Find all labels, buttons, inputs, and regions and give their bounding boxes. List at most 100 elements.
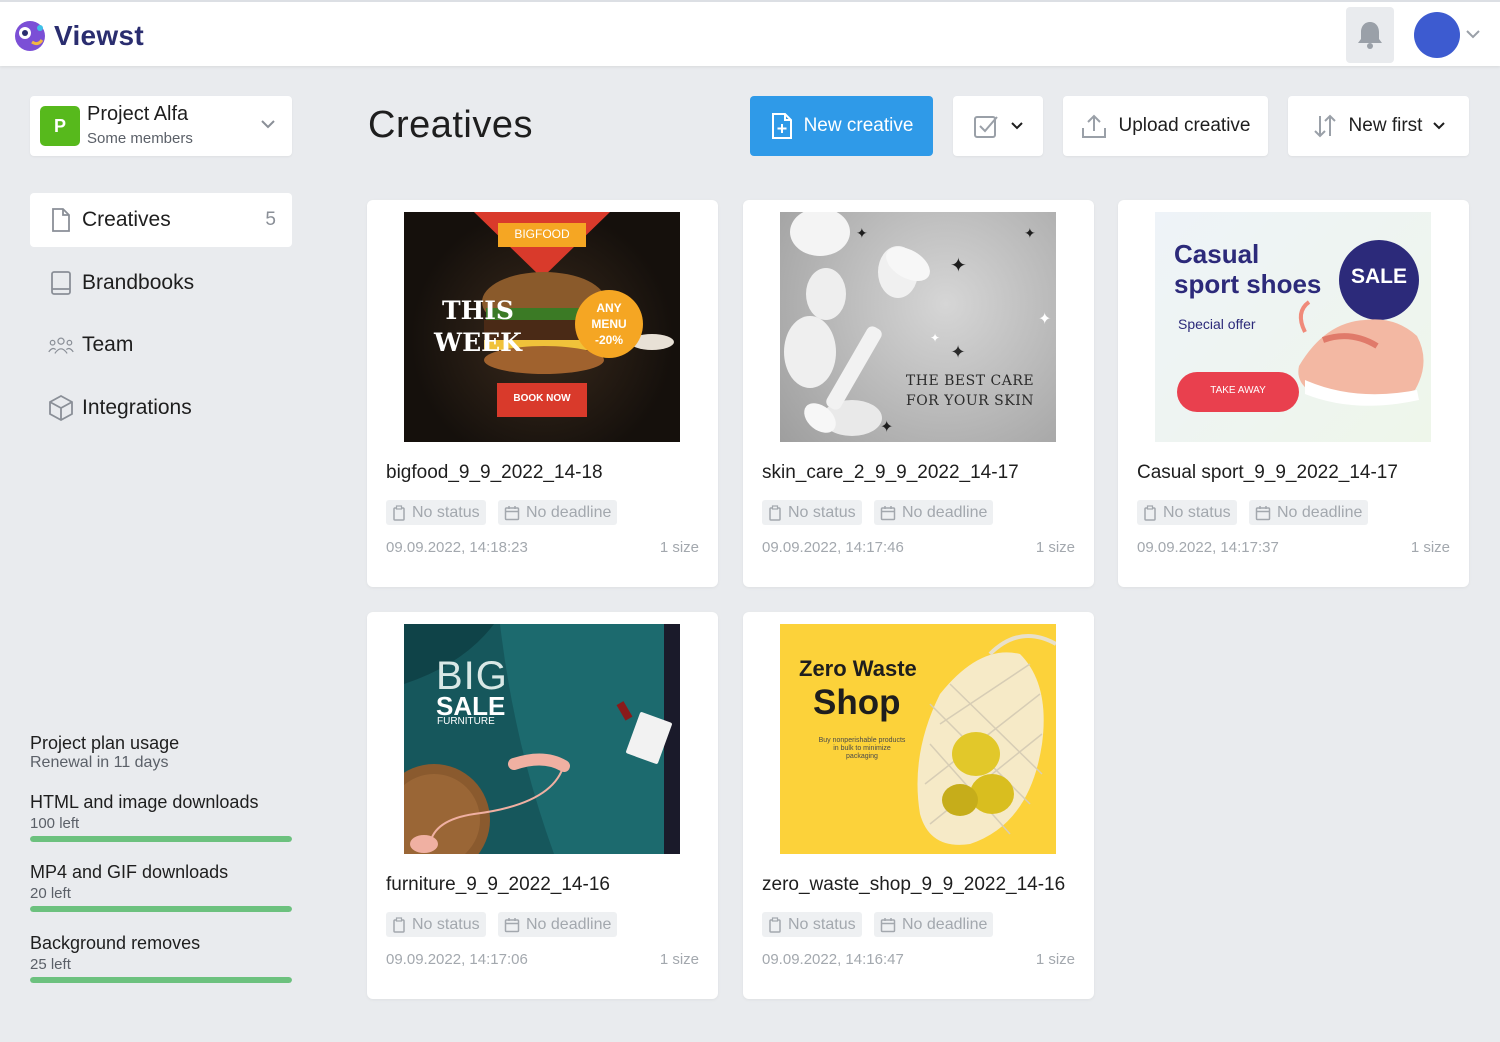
creative-thumbnail[interactable]: BIG SALE FURNITURE xyxy=(404,624,680,854)
thumb-text-block: Buy nonperishable products in bulk to mi… xyxy=(802,737,922,761)
deadline-label: No deadline xyxy=(526,915,612,933)
creative-date: 09.09.2022, 14:18:23 xyxy=(386,539,528,556)
creative-card[interactable]: ✦ ✦ ✦ ✦ ✦ ✦ ✦ THE BEST CARE FOR YOUR SKI… xyxy=(743,200,1094,587)
book-icon xyxy=(48,270,74,296)
chevron-down-icon xyxy=(1433,122,1446,130)
status-label: No status xyxy=(1163,503,1231,521)
thumb-text: TAKE AWAY xyxy=(1210,385,1266,396)
sidebar-item-creatives[interactable]: Creatives 5 xyxy=(30,193,292,247)
thumb-text: THIS xyxy=(442,296,514,325)
thumb-text: sport shoes xyxy=(1174,269,1322,299)
creative-name[interactable]: zero_waste_shop_9_9_2022_14-16 xyxy=(762,874,1065,896)
sidebar-item-brandbooks[interactable]: Brandbooks xyxy=(30,256,292,310)
upload-creative-button[interactable]: Upload creative xyxy=(1063,96,1268,156)
creatives-count: 5 xyxy=(265,209,276,230)
select-mode-button[interactable] xyxy=(953,96,1043,156)
creative-thumbnail[interactable]: Casual sport shoes SALE Special offer TA… xyxy=(1155,212,1431,442)
page-title: Creatives xyxy=(368,104,533,146)
status-chip[interactable]: No status xyxy=(386,500,486,525)
usage-bar xyxy=(30,977,292,983)
chameleon-logo-icon xyxy=(15,21,45,51)
svg-text:✦: ✦ xyxy=(950,255,967,277)
new-creative-label: New creative xyxy=(803,115,914,136)
usage-left: 25 left xyxy=(30,956,71,973)
sort-dropdown[interactable]: New first xyxy=(1288,96,1469,156)
sidebar-item-label: Integrations xyxy=(82,396,192,419)
clipboard-icon xyxy=(769,916,781,933)
checkbox-icon xyxy=(974,116,998,138)
creative-name[interactable]: furniture_9_9_2022_14-16 xyxy=(386,874,610,896)
notifications-button[interactable] xyxy=(1346,7,1394,63)
usage-bar xyxy=(30,906,292,912)
creative-card[interactable]: Zero Waste Shop Buy nonperishable produc… xyxy=(743,612,1094,999)
deadline-label: No deadline xyxy=(526,503,612,521)
status-label: No status xyxy=(412,503,480,521)
calendar-icon xyxy=(880,917,896,932)
calendar-icon xyxy=(504,505,520,520)
top-bar: Viewst xyxy=(0,0,1500,66)
user-avatar[interactable] xyxy=(1414,12,1460,58)
creative-card[interactable]: Casual sport shoes SALE Special offer TA… xyxy=(1118,200,1469,587)
deadline-chip[interactable]: No deadline xyxy=(874,912,994,937)
thumb-text: FOR YOUR SKIN xyxy=(905,393,1035,409)
creative-size: 1 size xyxy=(1035,951,1075,968)
sidebar-item-label: Brandbooks xyxy=(82,271,195,294)
calendar-icon xyxy=(1255,505,1271,520)
deadline-chip[interactable]: No deadline xyxy=(874,500,994,525)
creative-size: 1 size xyxy=(1410,539,1450,556)
deadline-label: No deadline xyxy=(902,503,988,521)
deadline-chip[interactable]: No deadline xyxy=(498,500,618,525)
sort-label: New first xyxy=(1348,115,1423,136)
usage-background-removes: Background removes 25 left xyxy=(30,933,292,983)
svg-text:✦: ✦ xyxy=(880,419,893,436)
thumb-text-block: THE BEST CARE FOR YOUR SKIN xyxy=(880,371,1056,411)
status-chip[interactable]: No status xyxy=(762,912,862,937)
creative-size: 1 size xyxy=(1035,539,1075,556)
calendar-icon xyxy=(504,917,520,932)
status-chip[interactable]: No status xyxy=(762,500,862,525)
logo[interactable]: Viewst xyxy=(10,16,144,56)
thumb-text: ANY xyxy=(596,301,622,315)
creative-date: 09.09.2022, 14:16:47 xyxy=(762,951,904,968)
creative-thumbnail[interactable]: ✦ ✦ ✦ ✦ ✦ ✦ ✦ THE BEST CARE FOR YOUR SKI… xyxy=(780,212,1056,442)
creative-name[interactable]: Casual sport_9_9_2022_14-17 xyxy=(1137,462,1398,484)
bell-icon xyxy=(1358,22,1382,49)
thumb-text: MENU xyxy=(591,317,627,331)
calendar-icon xyxy=(880,505,896,520)
usage-html-downloads: HTML and image downloads 100 left xyxy=(30,792,292,842)
project-selector[interactable]: P Project Alfa Some members xyxy=(30,96,292,156)
status-chip[interactable]: No status xyxy=(386,912,486,937)
usage-left: 100 left xyxy=(30,815,80,832)
usage-name: HTML and image downloads xyxy=(30,792,259,812)
thumb-text-block: Casual sport shoes xyxy=(1174,239,1321,299)
deadline-chip[interactable]: No deadline xyxy=(498,912,618,937)
creative-thumbnail[interactable]: BIGFOOD THIS WEEK ANY MENU -20% BOOK NOW xyxy=(404,212,680,442)
deadline-label: No deadline xyxy=(1277,503,1363,521)
thumb-text: FURNITURE xyxy=(437,716,495,727)
sidebar-item-integrations[interactable]: Integrations xyxy=(30,381,292,435)
creative-card[interactable]: BIGFOOD THIS WEEK ANY MENU -20% BOOK NOW… xyxy=(367,200,718,587)
sidebar-item-team[interactable]: Team xyxy=(30,318,292,372)
thumb-text: WEEK xyxy=(434,328,522,357)
status-chip[interactable]: No status xyxy=(1137,500,1237,525)
creative-thumbnail[interactable]: Zero Waste Shop Buy nonperishable produc… xyxy=(780,624,1056,854)
deadline-chip[interactable]: No deadline xyxy=(1249,500,1369,525)
svg-text:✦: ✦ xyxy=(930,331,940,345)
creative-date: 09.09.2022, 14:17:06 xyxy=(386,951,528,968)
creative-name[interactable]: skin_care_2_9_9_2022_14-17 xyxy=(762,462,1019,484)
sidebar-item-label: Team xyxy=(82,333,134,356)
svg-text:✦: ✦ xyxy=(1024,225,1036,241)
thumb-text: THE BEST CARE xyxy=(905,373,1035,389)
creative-name[interactable]: bigfood_9_9_2022_14-18 xyxy=(386,462,603,484)
usage-name: MP4 and GIF downloads xyxy=(30,862,229,882)
clipboard-icon xyxy=(769,504,781,521)
creative-card[interactable]: BIG SALE FURNITURE furniture_9_9_2022_14… xyxy=(367,612,718,999)
cube-icon xyxy=(48,394,74,422)
new-creative-button[interactable]: New creative xyxy=(750,96,933,156)
chevron-down-icon[interactable] xyxy=(1465,28,1481,40)
thumb-text: -20% xyxy=(594,333,623,347)
sidebar-item-label: Creatives xyxy=(82,208,171,231)
usage-title: Project plan usage xyxy=(30,733,180,753)
thumb-text: Zero Waste xyxy=(799,656,917,681)
status-label: No status xyxy=(788,503,856,521)
